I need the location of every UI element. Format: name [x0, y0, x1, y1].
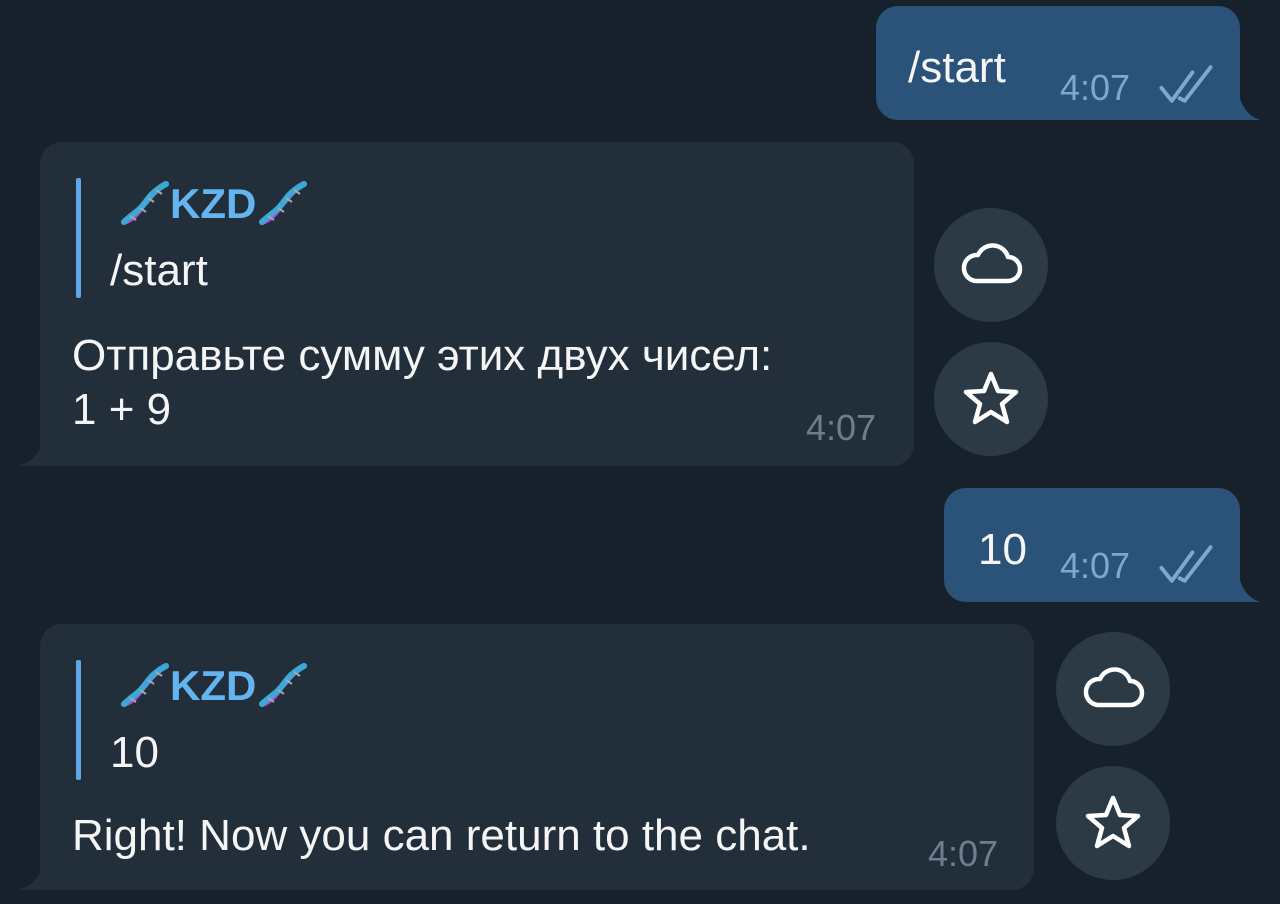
bubble-tail [18, 436, 62, 466]
message-text: 10 [978, 525, 1027, 574]
cloud-icon [961, 243, 1023, 284]
reply-quote-bar [76, 178, 81, 298]
reply-author[interactable]: KZD [118, 178, 308, 230]
incoming-message[interactable]: KZD /start Отправьте сумму этих двух чис… [18, 142, 914, 466]
dna-emoji-icon [118, 178, 170, 230]
dna-emoji-icon [256, 660, 308, 712]
incoming-message[interactable]: KZD 10 Right! Now you can return to the … [18, 624, 1034, 890]
cloud-button[interactable] [1056, 632, 1170, 746]
star-button[interactable] [934, 342, 1048, 456]
bubble-tail [1220, 572, 1260, 602]
message-text: /start [908, 43, 1006, 92]
star-icon [1085, 795, 1141, 849]
message-text-line: 1 + 9 [72, 385, 172, 434]
message-time: 4:07 [1060, 545, 1131, 586]
message-time: 4:07 [1060, 67, 1131, 108]
reply-quote-bar [76, 660, 81, 780]
cloud-icon [1083, 667, 1145, 708]
bubble-tail [18, 860, 62, 890]
reply-quoted-text: /start [110, 246, 208, 295]
star-button[interactable] [1056, 766, 1170, 880]
reply-author-name: KZD [170, 180, 257, 227]
reply-author-name: KZD [170, 662, 257, 709]
outgoing-message[interactable]: 10 4:07 [944, 488, 1260, 602]
reply-author[interactable]: KZD [118, 660, 308, 712]
message-text: Right! Now you can return to the chat. [72, 811, 811, 860]
bubble-tail [1220, 90, 1260, 120]
message-time: 4:07 [806, 407, 877, 448]
cloud-button[interactable] [934, 208, 1048, 322]
double-check-icon [1159, 545, 1213, 583]
message-text-line: Отправьте сумму этих двух чисел: [72, 331, 773, 380]
dna-emoji-icon [256, 178, 308, 230]
reply-quoted-text: 10 [110, 728, 159, 777]
dna-emoji-icon [118, 660, 170, 712]
message-time: 4:07 [928, 833, 999, 874]
outgoing-message[interactable]: /start 4:07 [876, 6, 1260, 120]
star-icon [963, 371, 1019, 425]
double-check-icon [1159, 65, 1213, 103]
